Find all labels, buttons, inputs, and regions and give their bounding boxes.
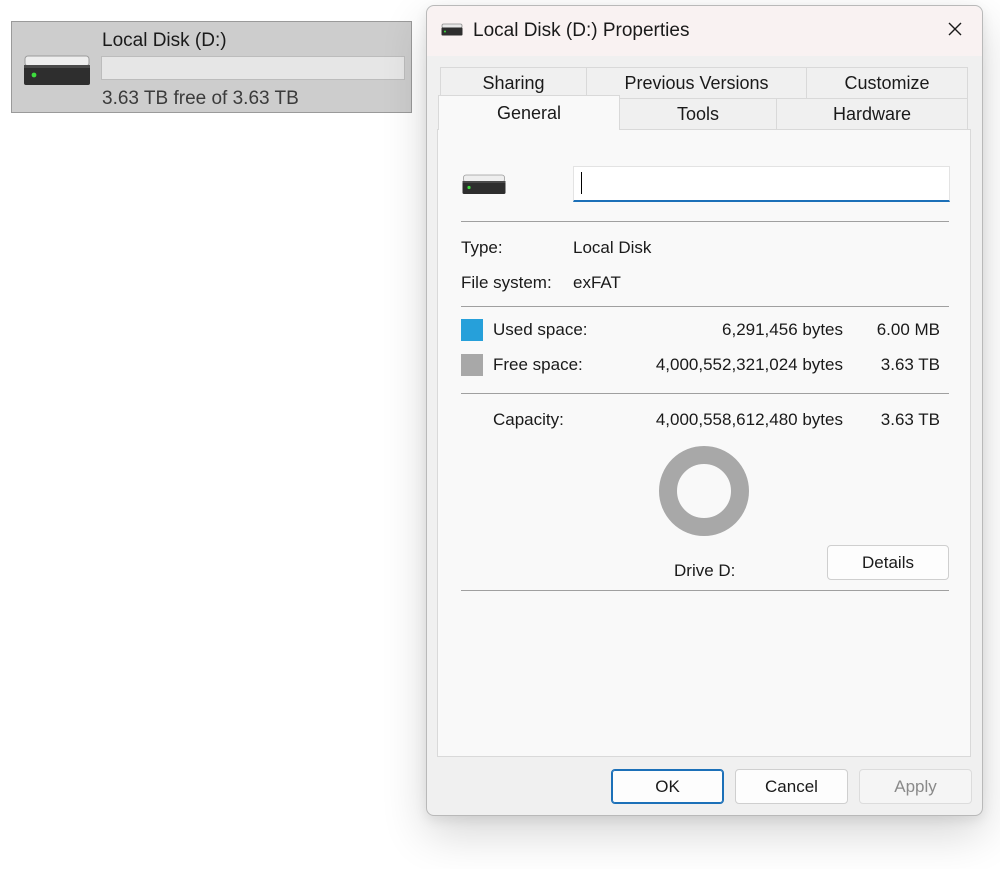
close-icon [947,21,963,42]
hard-drive-icon [441,23,463,42]
donut-free-ring [659,446,749,536]
title-bar: Local Disk (D:) Properties [427,6,982,56]
type-value: Local Disk [573,238,652,257]
volume-label-input[interactable] [573,166,950,202]
hard-drive-icon [462,174,506,201]
tab-hardware-label: Hardware [832,103,912,124]
free-space-size: 3.63 TB [880,355,940,374]
ok-button[interactable]: OK [611,769,724,804]
free-space-swatch [461,354,483,376]
general-tab-panel: Type: Local Disk File system: exFAT Used… [437,129,971,757]
used-space-bytes: 6,291,456 bytes [722,320,843,339]
drive-usage-bar [101,56,405,80]
properties-dialog: Local Disk (D:) Properties Sharing Previ… [426,5,983,816]
tab-hardware[interactable]: Hardware [776,98,968,130]
tab-tools[interactable]: Tools [619,98,777,130]
tab-tools-label: Tools [676,103,720,124]
capacity-size: 3.63 TB [880,410,940,429]
separator [461,590,949,591]
tab-sharing-label: Sharing [482,72,545,93]
free-space-label: Free space: [493,355,583,374]
file-system-value: exFAT [573,273,621,292]
used-space-label: Used space: [493,320,588,339]
details-button[interactable]: Details [827,545,949,580]
tab-customize[interactable]: Customize [806,67,968,99]
drive-tile-free-text: 3.63 TB free of 3.63 TB [102,88,299,109]
tab-general[interactable]: General [438,95,620,130]
cancel-button[interactable]: Cancel [735,769,848,804]
hard-drive-icon [23,54,91,95]
capacity-label: Capacity: [493,410,564,429]
tab-general-label: General [496,102,562,123]
capacity-donut-chart [659,446,749,536]
separator [461,393,949,394]
used-space-swatch [461,319,483,341]
separator [461,306,949,307]
close-button[interactable] [932,10,978,52]
tab-previous-versions-label: Previous Versions [624,72,769,93]
apply-button[interactable]: Apply [859,769,972,804]
capacity-bytes: 4,000,558,612,480 bytes [655,410,843,429]
tab-customize-label: Customize [844,72,930,93]
separator [461,221,949,222]
used-space-size: 6.00 MB [876,320,940,339]
drive-caption: Drive D: [674,561,736,580]
free-space-bytes: 4,000,552,321,024 bytes [655,355,843,374]
file-system-label: File system: [461,273,552,292]
drive-tile-d[interactable]: Local Disk (D:) 3.63 TB free of 3.63 TB [11,21,412,113]
text-caret [581,172,582,194]
type-label: Type: [461,238,503,257]
drive-tile-name: Local Disk (D:) [102,30,227,51]
dialog-title: Local Disk (D:) Properties [473,20,690,41]
